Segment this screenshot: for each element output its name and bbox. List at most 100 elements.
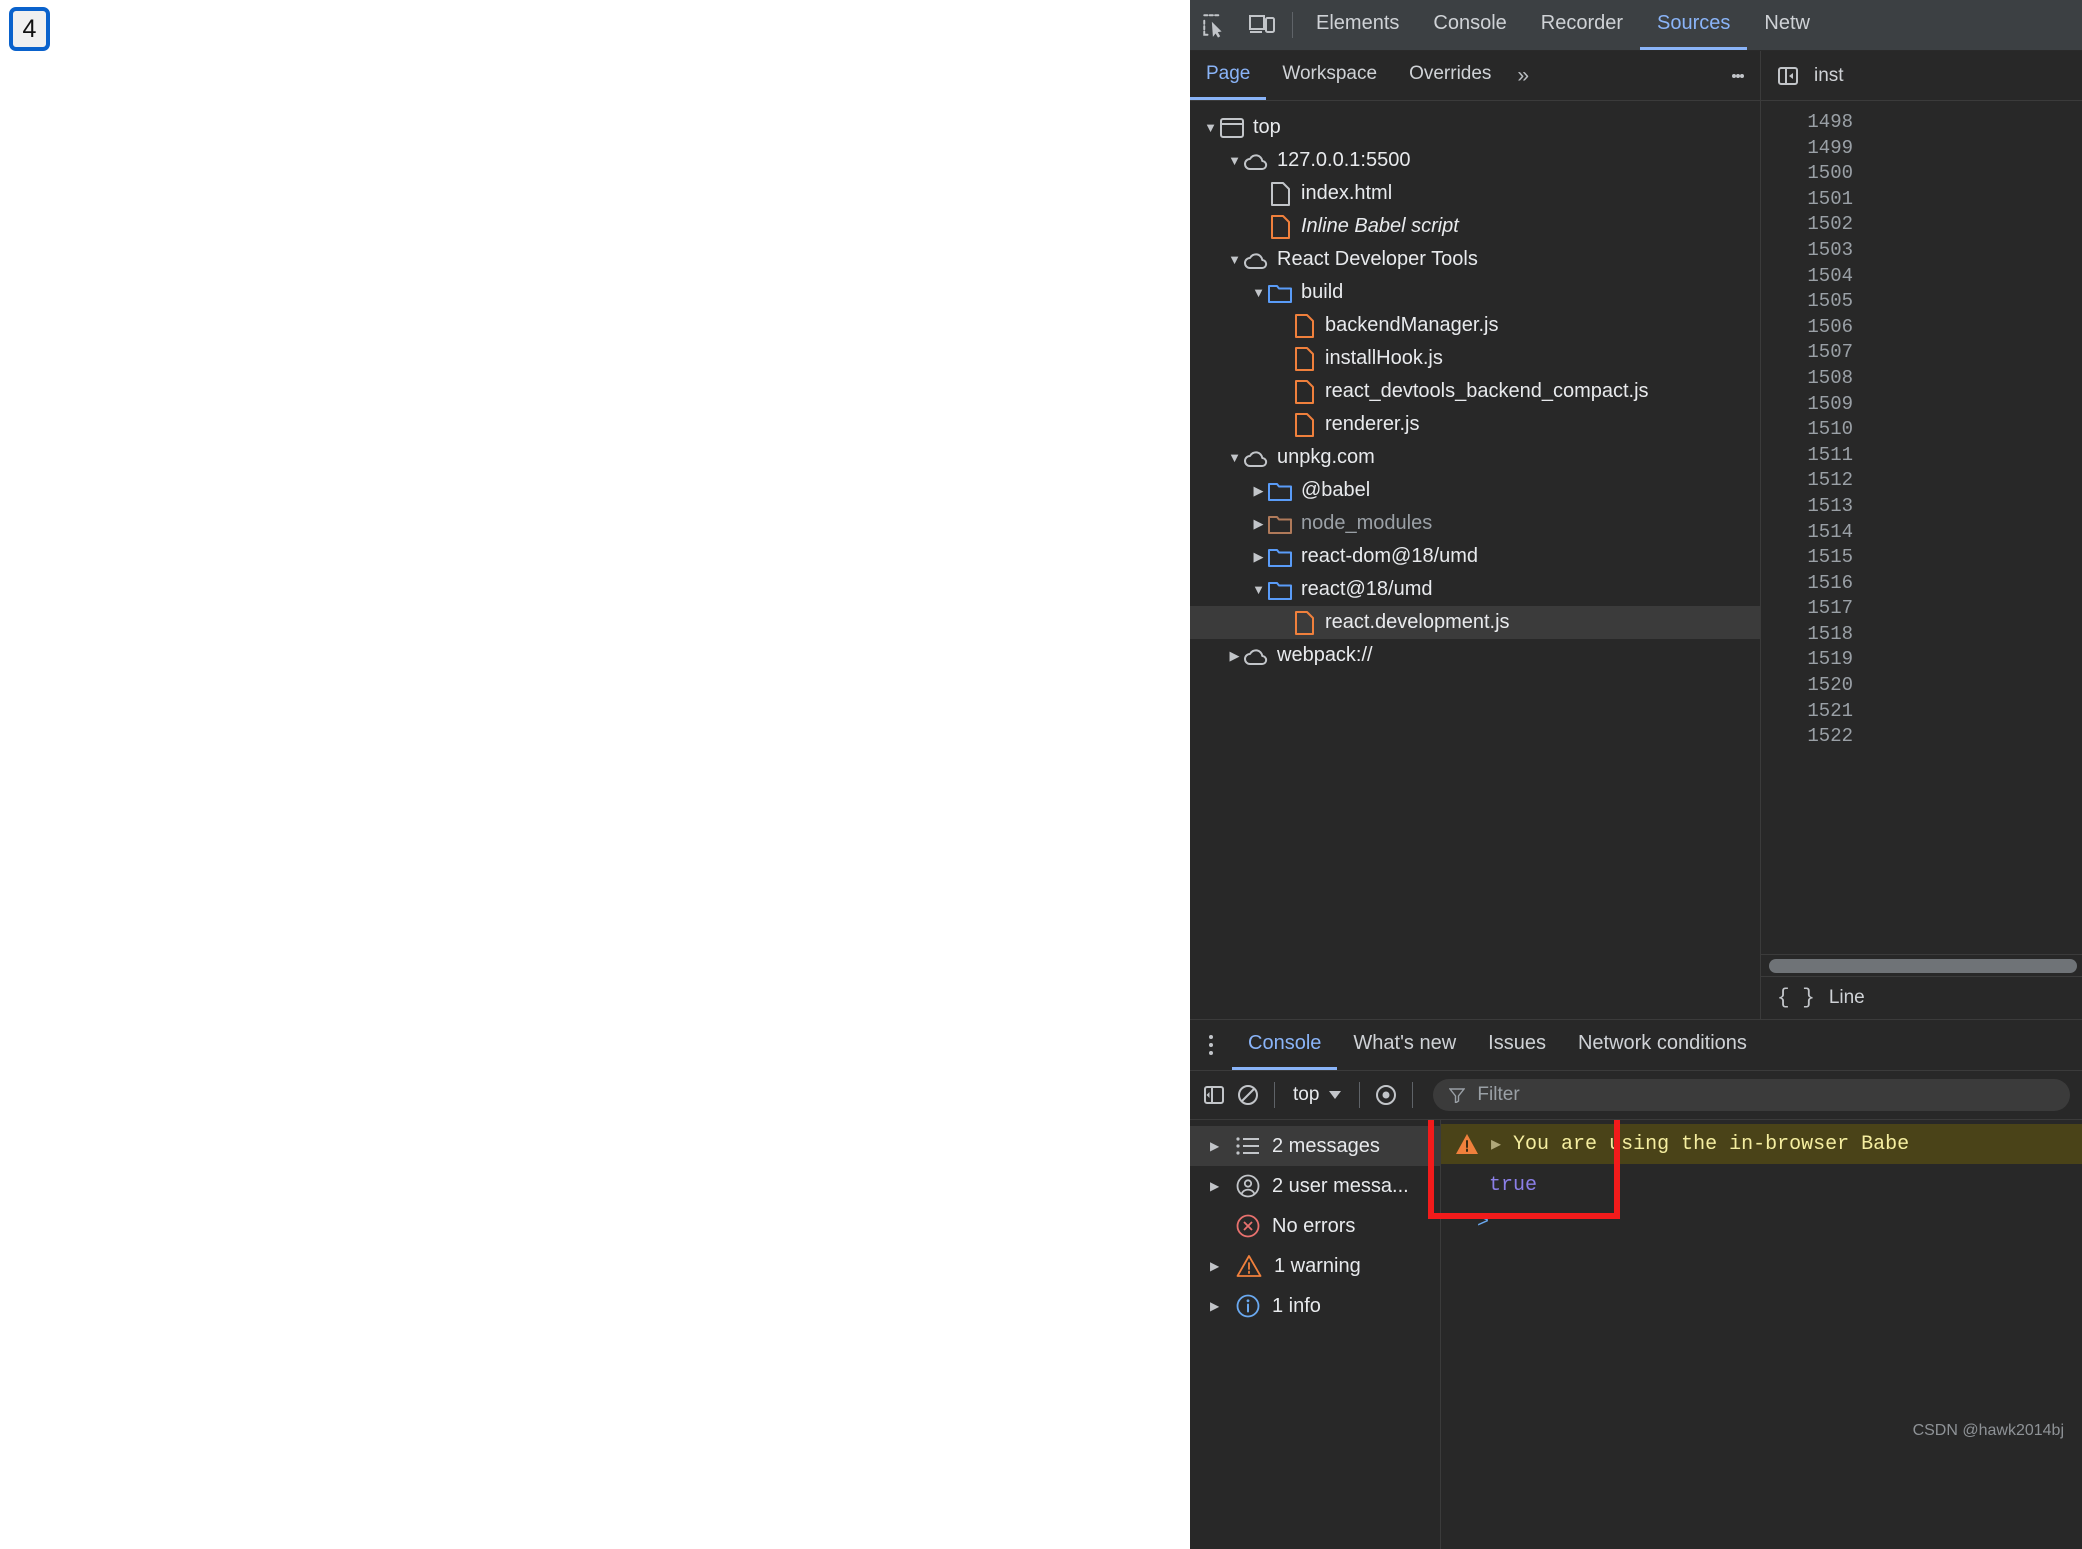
source-editor-panel[interactable]: 1498149915001501150215031504150515061507… bbox=[1761, 101, 2082, 1019]
tree-twisty-icon[interactable]: ▼ bbox=[1226, 450, 1243, 465]
console-sidebar-item[interactable]: No errors bbox=[1190, 1206, 1440, 1246]
line-number: 1511 bbox=[1761, 443, 1853, 469]
tab-elements[interactable]: Elements bbox=[1299, 0, 1416, 50]
tree-twisty-icon[interactable]: ▼ bbox=[1226, 153, 1243, 168]
tree-twisty-icon[interactable]: ▼ bbox=[1250, 582, 1267, 597]
subtab-page[interactable]: Page bbox=[1190, 51, 1266, 100]
drawer-tab-whats-new[interactable]: What's new bbox=[1337, 1020, 1472, 1070]
line-number: 1521 bbox=[1761, 699, 1853, 725]
tree-twisty-icon[interactable]: ▶ bbox=[1226, 648, 1243, 664]
file-tree-row[interactable]: ▶node_modules bbox=[1190, 507, 1760, 540]
tree-twisty-icon[interactable]: ▶ bbox=[1250, 549, 1267, 565]
console-filter-input[interactable]: Filter bbox=[1433, 1079, 2070, 1111]
cloud-icon bbox=[1243, 250, 1269, 270]
tab-console[interactable]: Console bbox=[1416, 0, 1523, 50]
file-tree-row[interactable]: ▼ react@18/umd bbox=[1190, 573, 1760, 606]
user-icon bbox=[1236, 1174, 1260, 1198]
tree-twisty-icon[interactable]: ▶ bbox=[1250, 483, 1267, 499]
chevron-down-icon bbox=[1329, 1091, 1341, 1099]
inspect-element-icon[interactable] bbox=[1190, 0, 1238, 50]
warning-icon bbox=[1455, 1133, 1479, 1155]
line-number: 1506 bbox=[1761, 315, 1853, 341]
file-tree-label: react_devtools_backend_compact.js bbox=[1317, 380, 1649, 403]
file-tree-row[interactable]: ▶webpack:// bbox=[1190, 639, 1760, 672]
show-console-sidebar-icon[interactable] bbox=[1202, 1083, 1226, 1107]
live-expression-icon[interactable] bbox=[1374, 1083, 1398, 1107]
drawer-tab-network-conditions[interactable]: Network conditions bbox=[1562, 1020, 1763, 1070]
tab-recorder[interactable]: Recorder bbox=[1524, 0, 1640, 50]
tree-twisty-icon[interactable]: ▶ bbox=[1250, 516, 1267, 532]
cloud-icon bbox=[1243, 646, 1269, 666]
tree-twisty-icon[interactable]: ▶ bbox=[1210, 1259, 1224, 1273]
file-tree-label: index.html bbox=[1293, 182, 1392, 205]
tree-twisty-icon[interactable]: ▼ bbox=[1226, 252, 1243, 267]
tree-twisty-icon[interactable]: ▶ bbox=[1210, 1179, 1224, 1193]
execution-context-selector[interactable]: top bbox=[1289, 1084, 1345, 1106]
collapse-sidebar-icon[interactable] bbox=[1776, 64, 1800, 88]
file-tree-row[interactable]: react_devtools_backend_compact.js bbox=[1190, 375, 1760, 408]
file-tree-row[interactable]: ▼ unpkg.com bbox=[1190, 441, 1760, 474]
editor-tab-installhook[interactable]: inst bbox=[1814, 65, 1844, 87]
console-sidebar-label: No errors bbox=[1272, 1215, 1355, 1238]
file-navigator-panel[interactable]: ▼top▼127.0.0.1:5500index.htmlInline Babe… bbox=[1190, 101, 1761, 1019]
device-toolbar-icon[interactable] bbox=[1238, 0, 1286, 50]
more-options-icon[interactable] bbox=[1716, 51, 1760, 100]
console-sidebar-label: 1 warning bbox=[1274, 1255, 1361, 1278]
clear-console-icon[interactable] bbox=[1236, 1083, 1260, 1107]
file-tree-row[interactable]: ▼127.0.0.1:5500 bbox=[1190, 144, 1760, 177]
drawer-tab-console[interactable]: Console bbox=[1232, 1020, 1337, 1070]
console-sidebar-item[interactable]: ▶1 info bbox=[1190, 1286, 1440, 1326]
file-tree-row[interactable]: renderer.js bbox=[1190, 408, 1760, 441]
pretty-print-icon[interactable]: { } bbox=[1777, 987, 1815, 1010]
file-tree-label: top bbox=[1245, 116, 1281, 139]
tab-sources[interactable]: Sources bbox=[1640, 0, 1747, 50]
horizontal-scrollbar[interactable] bbox=[1761, 954, 2082, 977]
drawer-tab-issues[interactable]: Issues bbox=[1472, 1020, 1562, 1070]
file-tree-row[interactable]: index.html bbox=[1190, 177, 1760, 210]
file-tree-label: unpkg.com bbox=[1269, 446, 1375, 469]
tree-twisty-icon[interactable]: ▼ bbox=[1250, 285, 1267, 300]
code-content[interactable] bbox=[1865, 101, 2082, 959]
subtab-workspace[interactable]: Workspace bbox=[1266, 51, 1393, 100]
line-number: 1502 bbox=[1761, 212, 1853, 238]
expand-arrow-icon[interactable]: ▸ bbox=[1491, 1131, 1501, 1157]
tree-twisty-icon[interactable]: ▶ bbox=[1210, 1139, 1224, 1153]
console-message-list[interactable]: ▸ You are using the in-browser Babe true… bbox=[1441, 1120, 2082, 1549]
file-tree-row[interactable]: ▼build bbox=[1190, 276, 1760, 309]
error-icon bbox=[1236, 1214, 1260, 1238]
drawer-more-options-icon[interactable] bbox=[1190, 1020, 1232, 1070]
file-tree-row[interactable]: ▼ top bbox=[1190, 111, 1760, 144]
folder-blue-icon bbox=[1267, 580, 1293, 600]
console-sidebar-item[interactable]: ▶2 messages bbox=[1190, 1126, 1440, 1166]
line-number: 1501 bbox=[1761, 187, 1853, 213]
file-tree-row[interactable]: react.development.js bbox=[1190, 606, 1760, 639]
file-tree-label: react@18/umd bbox=[1293, 578, 1432, 601]
tab-network[interactable]: Netw bbox=[1747, 0, 1827, 50]
file-tree-row[interactable]: ▶react-dom@18/umd bbox=[1190, 540, 1760, 573]
scrollbar-thumb[interactable] bbox=[1769, 959, 2077, 973]
line-number: 1499 bbox=[1761, 136, 1853, 162]
file-tree-row[interactable]: ▶@babel bbox=[1190, 474, 1760, 507]
console-sidebar[interactable]: ▶2 messages▶2 user messa... No errors ▶ 1 w… bbox=[1190, 1120, 1441, 1549]
web-page-area: 4 bbox=[0, 0, 1190, 1448]
console-sidebar-item[interactable]: ▶2 user messa... bbox=[1190, 1166, 1440, 1206]
tree-twisty-icon[interactable]: ▼ bbox=[1202, 120, 1219, 135]
subtab-overrides[interactable]: Overrides bbox=[1393, 51, 1507, 100]
file-tree-row[interactable]: installHook.js bbox=[1190, 342, 1760, 375]
file-tree-row[interactable]: Inline Babel script bbox=[1190, 210, 1760, 243]
toolbar-divider bbox=[1292, 12, 1293, 38]
sources-subtabbar: Page Workspace Overrides » inst bbox=[1190, 51, 2082, 101]
file-tree-row[interactable]: ▼React Developer Tools bbox=[1190, 243, 1760, 276]
file-tree-label: backendManager.js bbox=[1317, 314, 1498, 337]
console-sidebar-item[interactable]: ▶ 1 warning bbox=[1190, 1246, 1440, 1286]
editor-status-bar: { } Line bbox=[1761, 976, 2082, 1019]
console-warning-message[interactable]: ▸ You are using the in-browser Babe bbox=[1441, 1124, 2082, 1164]
line-number: 1516 bbox=[1761, 571, 1853, 597]
more-subtabs-icon[interactable]: » bbox=[1507, 51, 1539, 100]
tree-twisty-icon[interactable]: ▶ bbox=[1210, 1299, 1224, 1313]
devtools-main-tabbar: Elements Console Recorder Sources Netw bbox=[1190, 0, 2082, 51]
file-tree-label: renderer.js bbox=[1317, 413, 1420, 436]
file-tree-row[interactable]: backendManager.js bbox=[1190, 309, 1760, 342]
devtools-window: Elements Console Recorder Sources Netw P… bbox=[1190, 0, 2082, 1448]
console-prompt[interactable]: > bbox=[1441, 1197, 2082, 1234]
